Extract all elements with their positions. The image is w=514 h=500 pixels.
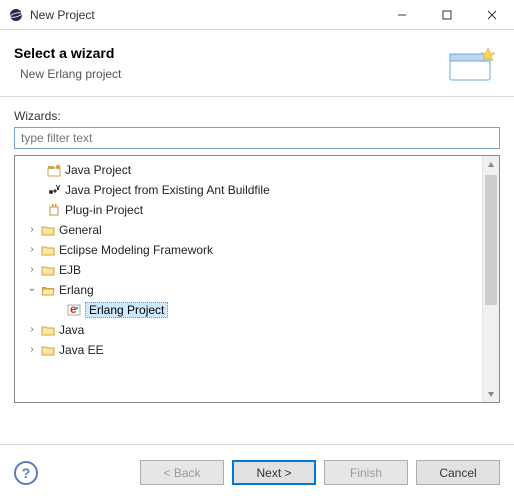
finish-button[interactable]: Finish xyxy=(324,460,408,485)
tree-folder-java[interactable]: › Java xyxy=(21,320,482,340)
tree-item-label: Erlang xyxy=(59,283,94,297)
wizards-label: Wizards: xyxy=(14,109,500,123)
tree-item-label: Erlang Project xyxy=(85,302,168,318)
scroll-down-icon[interactable] xyxy=(483,385,499,402)
chevron-right-icon[interactable]: › xyxy=(25,324,39,335)
filter-input[interactable] xyxy=(14,127,500,149)
folder-icon xyxy=(40,242,56,258)
scroll-up-icon[interactable] xyxy=(483,156,499,173)
erlang-project-icon: e xyxy=(66,302,82,318)
tree-item-label: Java Project from Existing Ant Buildfile xyxy=(65,183,270,197)
wizard-body: Wizards: ▶ Java Project ▶ Java Project f… xyxy=(0,97,514,403)
tree-folder-emf[interactable]: › Eclipse Modeling Framework xyxy=(21,240,482,260)
tree-item-label: Plug-in Project xyxy=(65,203,143,217)
chevron-down-icon[interactable]: ⌄ xyxy=(25,283,39,294)
folder-icon xyxy=(40,322,56,338)
tree-item-label: Eclipse Modeling Framework xyxy=(59,243,213,257)
maximize-button[interactable] xyxy=(424,0,469,30)
ant-project-icon xyxy=(46,182,62,198)
tree-item-label: Java EE xyxy=(59,343,104,357)
tree-item-java-ant-project[interactable]: ▶ Java Project from Existing Ant Buildfi… xyxy=(21,180,482,200)
chevron-right-icon[interactable]: › xyxy=(25,224,39,235)
scrollbar-thumb[interactable] xyxy=(485,175,497,305)
svg-text:e: e xyxy=(70,303,77,316)
minimize-button[interactable] xyxy=(379,0,424,30)
tree-item-label: Java Project xyxy=(65,163,131,177)
wizard-footer: ? < Back Next > Finish Cancel xyxy=(0,444,514,500)
chevron-right-icon[interactable]: › xyxy=(25,244,39,255)
tree-item-label: Java xyxy=(59,323,84,337)
tree-folder-ejb[interactable]: › EJB xyxy=(21,260,482,280)
folder-icon xyxy=(40,342,56,358)
tree-item-erlang-project[interactable]: ▶ e Erlang Project xyxy=(21,300,482,320)
close-button[interactable] xyxy=(469,0,514,30)
cancel-button[interactable]: Cancel xyxy=(416,460,500,485)
next-button[interactable]: Next > xyxy=(232,460,316,485)
folder-icon xyxy=(40,222,56,238)
chevron-right-icon[interactable]: › xyxy=(25,264,39,275)
chevron-right-icon[interactable]: › xyxy=(25,344,39,355)
java-project-icon xyxy=(46,162,62,178)
titlebar: New Project xyxy=(0,0,514,30)
wizard-tree: ▶ Java Project ▶ Java Project from Exist… xyxy=(14,155,500,403)
folder-open-icon xyxy=(40,282,56,298)
tree-item-label: General xyxy=(59,223,102,237)
window-title: New Project xyxy=(30,8,95,22)
tree-folder-erlang[interactable]: ⌄ Erlang xyxy=(21,280,482,300)
tree-content: ▶ Java Project ▶ Java Project from Exist… xyxy=(15,156,482,402)
tree-item-plugin-project[interactable]: ▶ Plug-in Project xyxy=(21,200,482,220)
back-button[interactable]: < Back xyxy=(140,460,224,485)
tree-folder-general[interactable]: › General xyxy=(21,220,482,240)
header-subtitle: New Erlang project xyxy=(14,67,444,81)
wizard-header: Select a wizard New Erlang project xyxy=(0,30,514,97)
eclipse-icon xyxy=(8,7,24,23)
wizard-banner-icon xyxy=(444,40,500,86)
plugin-project-icon xyxy=(46,202,62,218)
help-button[interactable]: ? xyxy=(14,461,38,485)
header-title: Select a wizard xyxy=(14,45,444,61)
scrollbar[interactable] xyxy=(482,156,499,402)
tree-item-label: EJB xyxy=(59,263,81,277)
tree-folder-java-ee[interactable]: › Java EE xyxy=(21,340,482,360)
tree-item-java-project[interactable]: ▶ Java Project xyxy=(21,160,482,180)
folder-icon xyxy=(40,262,56,278)
